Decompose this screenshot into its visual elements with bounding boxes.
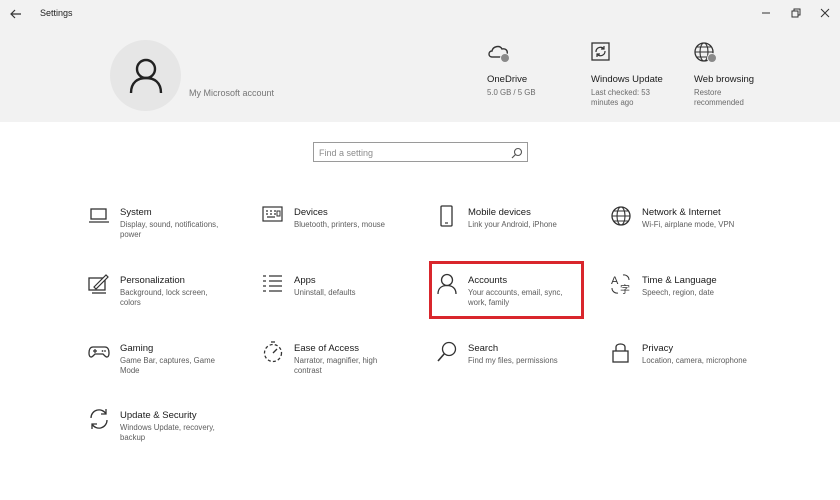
tile-title: Network & Internet [642, 207, 721, 218]
globe-icon [610, 205, 632, 227]
tile-title: Ease of Access [294, 343, 359, 354]
search-box[interactable] [313, 142, 528, 162]
settings-tile-devices[interactable]: Devices Bluetooth, printers, mouse [262, 205, 422, 257]
tile-description: Narrator, magnifier, high contrast [294, 356, 378, 376]
web-browsing-subtitle: Restore recommended [694, 88, 744, 107]
account-header: My Microsoft account OneDrive 5.0 GB / 5… [0, 28, 840, 122]
minimize-icon[interactable] [755, 3, 777, 23]
settings-tile-privacy[interactable]: Privacy Location, camera, microphone [610, 341, 770, 393]
settings-tile-gaming[interactable]: Gaming Game Bar, captures, Game Mode [88, 341, 248, 393]
settings-tile-update-security[interactable]: Update & Security Windows Update, recove… [88, 408, 248, 460]
lock-icon [610, 341, 632, 363]
tile-description: Bluetooth, printers, mouse [294, 220, 386, 229]
tile-title: Mobile devices [468, 207, 531, 218]
accounts-highlight-box [429, 261, 584, 319]
refresh-icon [591, 42, 617, 66]
tile-description: Game Bar, captures, Game Mode [120, 356, 215, 376]
search-icon [436, 341, 458, 363]
tile-title: Gaming [120, 343, 154, 354]
settings-tile-system[interactable]: System Display, sound, notifications, po… [88, 205, 248, 257]
onedrive-title: OneDrive [487, 74, 528, 85]
paint-icon [88, 273, 110, 295]
svg-text:A: A [611, 275, 619, 287]
search-icon[interactable] [511, 146, 523, 159]
keyboard-icon [262, 205, 284, 227]
windows-update-title: Windows Update [591, 74, 663, 85]
phone-icon [436, 205, 458, 227]
timer-icon [262, 341, 284, 363]
sync-icon [88, 408, 110, 430]
settings-tile-ease-of-access[interactable]: Ease of Access Narrator, magnifier, high… [262, 341, 422, 393]
cloud-icon [487, 42, 513, 66]
tile-title: Devices [294, 207, 328, 218]
tile-description: Find my files, permissions [468, 356, 558, 365]
tile-title: System [120, 207, 152, 218]
tile-description: Display, sound, notifications, power [120, 220, 219, 240]
tile-title: Apps [294, 275, 316, 286]
tile-description: Uninstall, defaults [294, 288, 356, 297]
tile-description: Speech, region, date [642, 288, 714, 297]
windows-update-card[interactable]: Windows Update Last checked: 53 minutes … [591, 42, 666, 108]
svg-text:字: 字 [620, 283, 630, 295]
tile-title: Time & Language [642, 275, 717, 286]
tile-title: Privacy [642, 343, 674, 354]
settings-tile-search[interactable]: Search Find my files, permissions [436, 341, 596, 393]
settings-tile-apps[interactable]: Apps Uninstall, defaults [262, 273, 422, 325]
title-bar: Settings [0, 0, 840, 28]
settings-tile-personalization[interactable]: Personalization Background, lock screen,… [88, 273, 248, 325]
my-microsoft-account-link[interactable]: My Microsoft account [189, 88, 274, 98]
avatar[interactable] [110, 40, 181, 111]
tile-title: Personalization [120, 275, 185, 286]
settings-tile-network-internet[interactable]: Network & Internet Wi-Fi, airplane mode,… [610, 205, 770, 257]
close-icon[interactable] [814, 3, 836, 23]
tile-description: Link your Android, iPhone [468, 220, 557, 229]
gamepad-icon [88, 341, 110, 363]
web-browsing-title: Web browsing [694, 74, 755, 85]
laptop-icon [88, 205, 110, 227]
onedrive-card[interactable]: OneDrive 5.0 GB / 5 GB [487, 42, 562, 98]
settings-tile-time-language[interactable]: A字 Time & Language Speech, region, date [610, 273, 770, 325]
status-dot [707, 53, 717, 63]
tile-description: Wi-Fi, airplane mode, VPN [642, 220, 735, 229]
list-icon [262, 273, 284, 295]
tile-description: Location, camera, microphone [642, 356, 747, 365]
person-icon [129, 58, 162, 93]
tile-description: Windows Update, recovery, backup [120, 423, 215, 443]
windows-update-subtitle: Last checked: 53 minutes ago [591, 88, 650, 107]
search-input[interactable] [314, 144, 504, 162]
window-title: Settings [40, 8, 73, 18]
tile-title: Search [468, 343, 499, 354]
tile-description: Background, lock screen, colors [120, 288, 208, 308]
settings-tile-mobile-devices[interactable]: Mobile devices Link your Android, iPhone [436, 205, 596, 257]
tile-title: Update & Security [120, 410, 197, 421]
web-browsing-card[interactable]: Web browsing Restore recommended [694, 42, 769, 108]
globe-icon [694, 42, 720, 66]
status-dot [500, 53, 510, 63]
back-arrow-icon[interactable] [8, 4, 24, 24]
restore-icon[interactable] [785, 3, 807, 23]
onedrive-subtitle: 5.0 GB / 5 GB [487, 88, 536, 97]
language-icon: A字 [610, 273, 632, 296]
